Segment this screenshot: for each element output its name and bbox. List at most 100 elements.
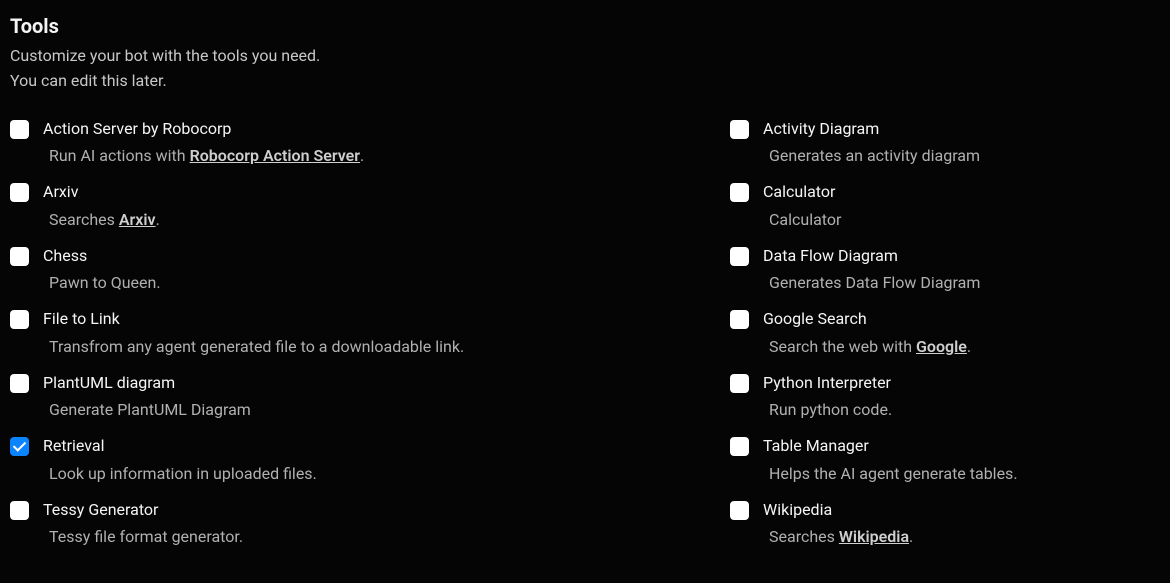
tool-text: Retrieval Look up information in uploaded… [43, 435, 317, 485]
tool-text: WikipediaSearches Wikipedia. [763, 499, 913, 549]
tool-name: Retrieval [43, 435, 317, 457]
tool-desc: Look up information in uploaded files. [43, 462, 317, 485]
checkbox-arxiv[interactable] [10, 183, 29, 202]
checkbox-action-server[interactable] [10, 120, 29, 139]
tools-column-left: Action Server by Robocorp Run AI actions … [10, 118, 585, 563]
tool-text: Table Manager Helps the AI agent generate… [763, 435, 1018, 485]
checkbox-chess[interactable] [10, 247, 29, 266]
tool-desc: Run python code. [763, 398, 892, 421]
desc-text: . [156, 210, 160, 229]
tool-item-calculator: Calculator Calculator [730, 181, 1160, 231]
tool-item-table-manager: Table Manager Helps the AI agent generate… [730, 435, 1160, 485]
tools-column-right: Activity Diagram Generates an activity di… [585, 118, 1160, 563]
desc-text: Searches [769, 527, 839, 546]
tool-name: Calculator [763, 181, 841, 203]
tool-text: File to Link Transfrom any agent generate… [43, 308, 464, 358]
tool-text: Tessy Generator Tessy file format generat… [43, 499, 243, 549]
tool-desc: Generate PlantUML Diagram [43, 398, 251, 421]
desc-text: Transfrom any agent generated file to a … [49, 337, 464, 356]
tool-desc: Generates Data Flow Diagram [763, 271, 980, 294]
tool-item-wikipedia: WikipediaSearches Wikipedia. [730, 499, 1160, 549]
tool-desc: Tessy file format generator. [43, 525, 243, 548]
checkbox-retrieval[interactable] [10, 437, 29, 456]
tool-item-retrieval: Retrieval Look up information in uploaded… [10, 435, 565, 485]
tool-item-tessy-generator: Tessy Generator Tessy file format generat… [10, 499, 565, 549]
tools-columns: Action Server by Robocorp Run AI actions … [10, 118, 1160, 563]
tool-name: Tessy Generator [43, 499, 243, 521]
tool-text: ArxivSearches Arxiv. [43, 181, 160, 231]
tool-text: PlantUML diagram Generate PlantUML Diagra… [43, 372, 251, 422]
desc-text: Tessy file format generator. [49, 527, 243, 546]
tool-name: Activity Diagram [763, 118, 980, 140]
tool-item-file-to-link: File to Link Transfrom any agent generate… [10, 308, 565, 358]
tool-desc: Run AI actions with Robocorp Action Serv… [43, 144, 364, 167]
checkbox-calculator[interactable] [730, 183, 749, 202]
tool-desc: Searches Arxiv. [43, 208, 160, 231]
checkbox-activity-diagram[interactable] [730, 120, 749, 139]
subtitle-line-2: You can edit this later. [10, 71, 167, 90]
tool-desc: Pawn to Queen. [43, 271, 161, 294]
tool-name: File to Link [43, 308, 464, 330]
desc-text: Helps the AI agent generate tables. [769, 464, 1018, 483]
tool-text: Calculator Calculator [763, 181, 841, 231]
tool-item-chess: Chess Pawn to Queen. [10, 245, 565, 295]
desc-link-google-search[interactable]: Google [916, 337, 967, 356]
tool-item-plantuml: PlantUML diagram Generate PlantUML Diagra… [10, 372, 565, 422]
desc-link-wikipedia[interactable]: Wikipedia [839, 527, 909, 546]
tool-name: Chess [43, 245, 161, 267]
tool-name: Action Server by Robocorp [43, 118, 364, 140]
tool-item-action-server: Action Server by Robocorp Run AI actions … [10, 118, 565, 168]
subtitle-line-1: Customize your bot with the tools you ne… [10, 46, 320, 65]
tool-desc: Helps the AI agent generate tables. [763, 462, 1018, 485]
page-title: Tools [10, 14, 1160, 38]
desc-text: Calculator [769, 210, 841, 229]
tool-desc: Generates an activity diagram [763, 144, 980, 167]
checkbox-google-search[interactable] [730, 310, 749, 329]
tool-text: Activity Diagram Generates an activity di… [763, 118, 980, 168]
tool-name: Wikipedia [763, 499, 913, 521]
tool-desc: Searches Wikipedia. [763, 525, 913, 548]
tool-text: Action Server by Robocorp Run AI actions … [43, 118, 364, 168]
tool-item-activity-diagram: Activity Diagram Generates an activity di… [730, 118, 1160, 168]
checkbox-tessy-generator[interactable] [10, 501, 29, 520]
desc-link-action-server[interactable]: Robocorp Action Server [190, 146, 360, 165]
tool-text: Python Interpreter Run python code. [763, 372, 892, 422]
desc-text: Pawn to Queen. [49, 273, 161, 292]
desc-text: Search the web with [769, 337, 916, 356]
desc-text: Generates Data Flow Diagram [769, 273, 980, 292]
page-subtitle: Customize your bot with the tools you ne… [10, 44, 1160, 94]
tool-desc: Transfrom any agent generated file to a … [43, 335, 464, 358]
checkbox-plantuml[interactable] [10, 374, 29, 393]
desc-text: Look up information in uploaded files. [49, 464, 317, 483]
tool-text: Data Flow Diagram Generates Data Flow Dia… [763, 245, 980, 295]
checkbox-wikipedia[interactable] [730, 501, 749, 520]
tool-desc: Calculator [763, 208, 841, 231]
tool-name: PlantUML diagram [43, 372, 251, 394]
tool-item-google-search: Google Search Search the web with Google. [730, 308, 1160, 358]
tool-text: Google Search Search the web with Google. [763, 308, 971, 358]
checkbox-file-to-link[interactable] [10, 310, 29, 329]
desc-text: Generate PlantUML Diagram [49, 400, 251, 419]
checkbox-python-interpreter[interactable] [730, 374, 749, 393]
tool-name: Table Manager [763, 435, 1018, 457]
tool-item-data-flow-diagram: Data Flow Diagram Generates Data Flow Dia… [730, 245, 1160, 295]
tool-text: Chess Pawn to Queen. [43, 245, 161, 295]
desc-text: . [909, 527, 913, 546]
desc-text: Searches [49, 210, 119, 229]
desc-text: Run AI actions with [49, 146, 190, 165]
header: Tools Customize your bot with the tools … [10, 14, 1160, 94]
tool-item-arxiv: ArxivSearches Arxiv. [10, 181, 565, 231]
desc-text: Generates an activity diagram [769, 146, 980, 165]
tool-desc: Search the web with Google. [763, 335, 971, 358]
tool-name: Arxiv [43, 181, 160, 203]
desc-link-arxiv[interactable]: Arxiv [119, 210, 156, 229]
desc-text: . [967, 337, 971, 356]
tool-item-python-interpreter: Python Interpreter Run python code. [730, 372, 1160, 422]
desc-text: . [360, 146, 364, 165]
tool-name: Google Search [763, 308, 971, 330]
tool-name: Data Flow Diagram [763, 245, 980, 267]
checkbox-table-manager[interactable] [730, 437, 749, 456]
tool-name: Python Interpreter [763, 372, 892, 394]
desc-text: Run python code. [769, 400, 892, 419]
checkbox-data-flow-diagram[interactable] [730, 247, 749, 266]
